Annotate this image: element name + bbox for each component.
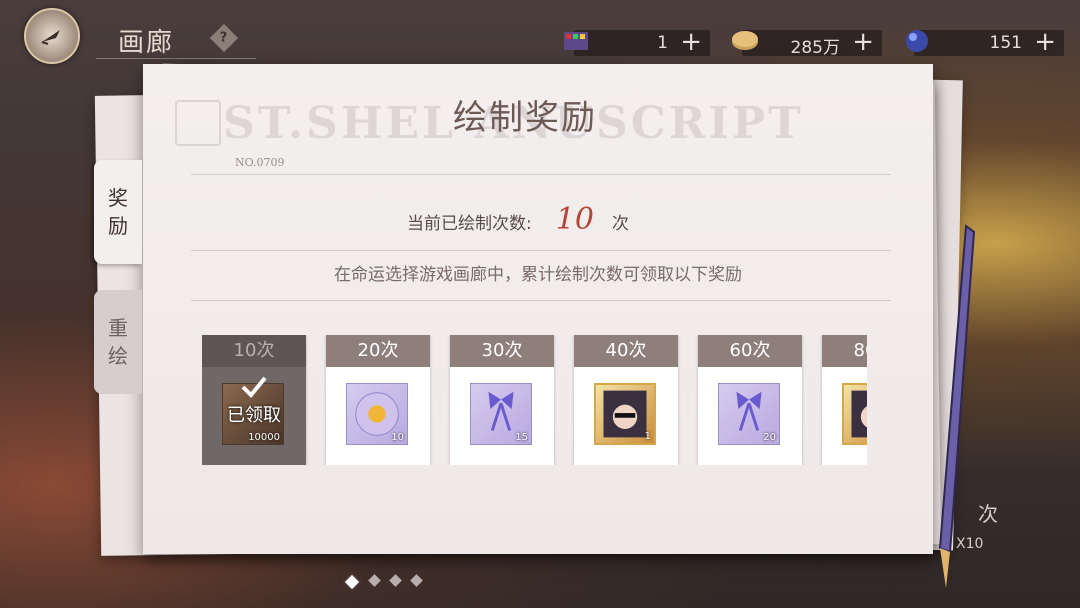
reward-quantity: 10000 [248, 432, 280, 443]
reward-threshold: 30次 [450, 335, 554, 367]
page-dot[interactable] [343, 573, 361, 591]
character-portrait-icon [842, 383, 867, 445]
count-value: 10 [555, 202, 594, 237]
add-gem-button[interactable]: + [1034, 27, 1056, 57]
right-times: 次 [978, 502, 998, 526]
add-palette-button[interactable]: + [680, 27, 702, 57]
reward-card-40[interactable]: 40次 1 [574, 335, 678, 465]
tab-label: 奖 励 [108, 186, 128, 238]
divider [191, 250, 891, 251]
divider [191, 174, 891, 175]
tab-redraw[interactable]: 重 绘 [94, 290, 142, 394]
top-bar: 画廊 ? 1 + 285万 + 151 + [0, 0, 1080, 66]
back-button[interactable] [24, 8, 80, 64]
character-portrait-icon: 1 [594, 383, 656, 445]
reward-quantity: 20 [763, 432, 776, 443]
draw-count-row: 当前已绘制次数: 10 次 [407, 202, 629, 237]
help-icon: ? [220, 30, 228, 46]
resource-value: 1 [657, 33, 668, 53]
reward-threshold: 40次 [574, 335, 678, 367]
count-label: 当前已绘制次数: [407, 214, 532, 234]
page-dot[interactable] [389, 574, 402, 587]
page-title: 画廊 [118, 28, 175, 58]
right-background-panel: 次 X10 [944, 502, 1044, 552]
sun-moon-badge-icon: 10 [346, 383, 408, 445]
serial-number: NO.0709 [235, 156, 285, 169]
resource-gem: 151 + [906, 27, 1064, 57]
reward-threshold: 20次 [326, 335, 430, 367]
page-dot[interactable] [368, 574, 381, 587]
page-indicator [343, 573, 423, 591]
resource-value: 285万 [790, 38, 840, 58]
gold-coin-icon [732, 31, 758, 50]
resource-gold: 285万 + [732, 27, 882, 58]
reward-quantity: 1 [644, 431, 651, 442]
tab-label: 重 绘 [108, 316, 128, 368]
reward-threshold: 10次 [202, 335, 306, 367]
reward-quantity: 15 [515, 432, 528, 443]
reward-description: 在命运选择游戏画廊中，累计绘制次数可领取以下奖励 [334, 265, 742, 285]
crest-icon [175, 100, 221, 146]
divider [191, 300, 891, 301]
claimed-label: 已领取 [227, 405, 281, 426]
reward-threshold: 80次 [822, 335, 867, 367]
reward-card-80[interactable]: 80次 [822, 335, 867, 465]
reward-card-30[interactable]: 30次 15 [450, 335, 554, 465]
title-divider [96, 58, 256, 59]
tab-rewards[interactable]: 奖 励 [94, 160, 142, 264]
checkmark-icon [241, 376, 267, 398]
resource-palette: 1 + [564, 27, 710, 57]
reward-card-60[interactable]: 60次 20 [698, 335, 802, 465]
resource-value: 151 [989, 33, 1022, 53]
count-unit: 次 [611, 214, 629, 234]
blue-gem-icon [906, 30, 928, 52]
right-multiplier: X10 [956, 536, 984, 552]
reward-quantity: 10 [391, 432, 404, 443]
butterfly-ribbon-icon: 20 [718, 383, 780, 445]
reward-threshold: 60次 [698, 335, 802, 367]
paint-palette-icon [564, 32, 588, 50]
reward-card-20[interactable]: 20次 10 [326, 335, 430, 465]
add-gold-button[interactable]: + [852, 27, 874, 57]
butterfly-ribbon-icon: 15 [470, 383, 532, 445]
reward-card-10[interactable]: 10次 10000 已领取 [202, 335, 306, 465]
page-dot[interactable] [410, 574, 423, 587]
help-button[interactable]: ? [209, 23, 239, 53]
reward-panel: ST.SHEL ANUSCRIPT 绘制奖励 NO.0709 当前已绘制次数: … [143, 64, 933, 554]
reward-list[interactable]: 10次 10000 已领取 20次 10 30次 15 40次 1 60次 20… [202, 335, 867, 465]
quill-icon [41, 30, 60, 45]
panel-title: 绘制奖励 [453, 98, 597, 138]
